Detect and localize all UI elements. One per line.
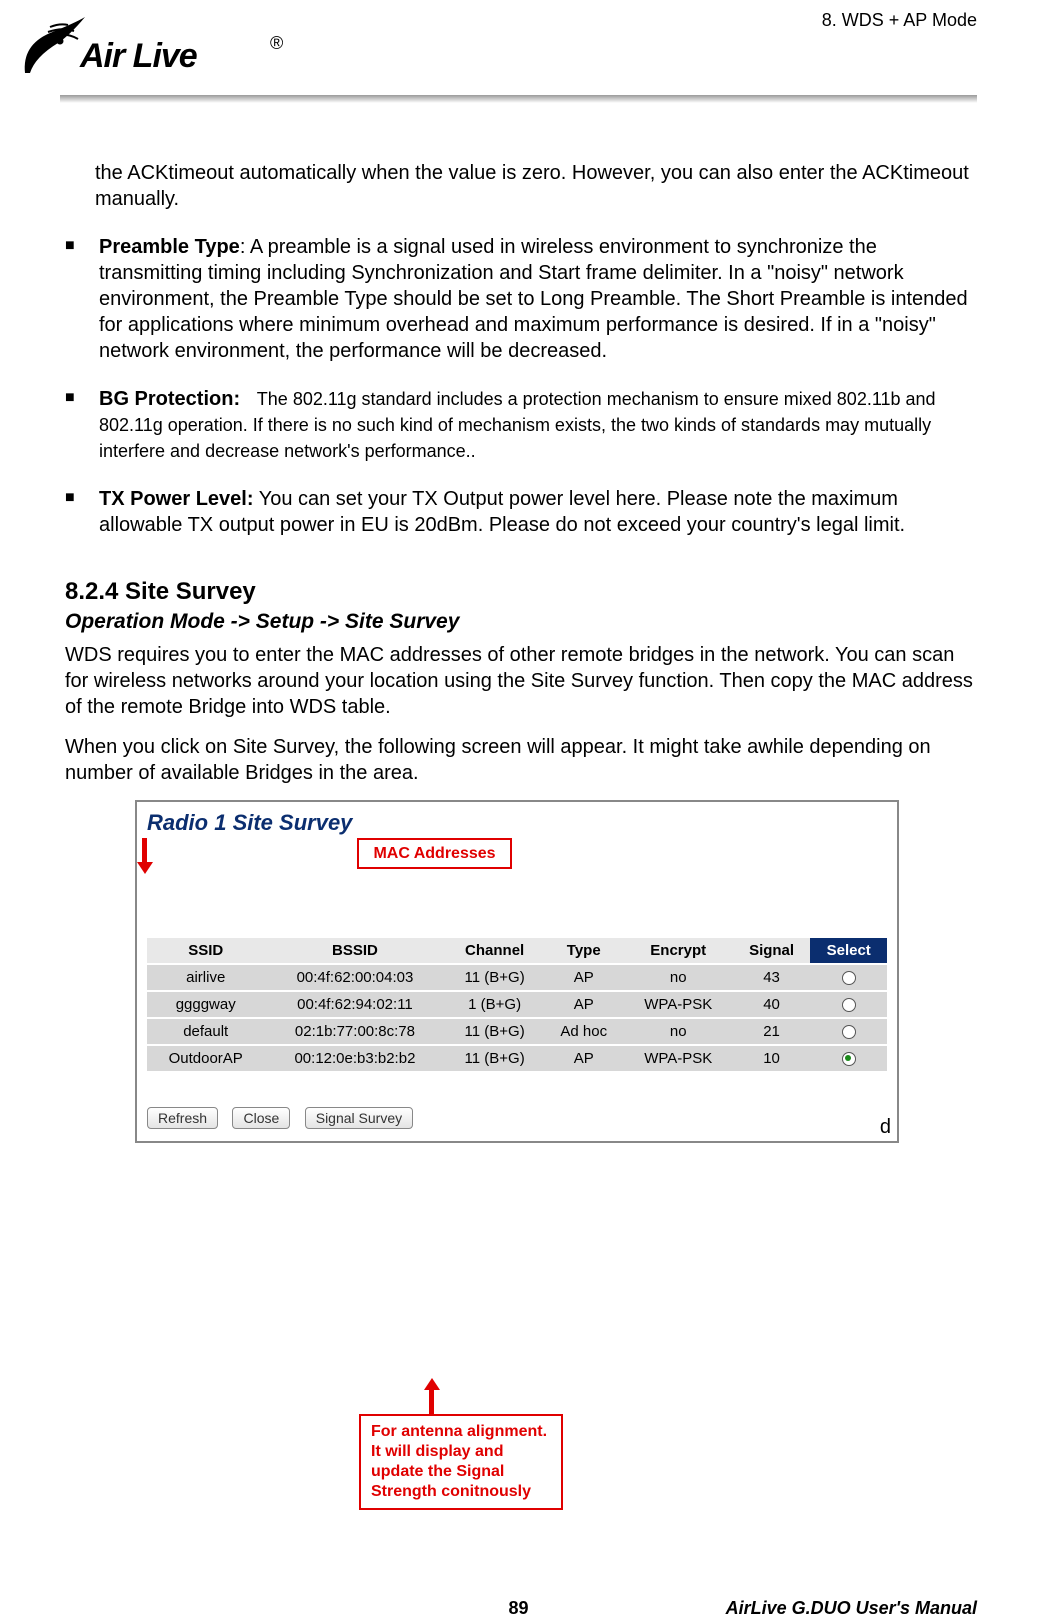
cell-ssid: airlive	[147, 964, 264, 991]
page-number: 89	[508, 1598, 528, 1619]
intro-paragraph: the ACKtimeout automatically when the va…	[95, 160, 982, 212]
close-button[interactable]: Close	[232, 1107, 290, 1129]
survey-table: SSID BSSID Channel Type Encrypt Signal S…	[147, 938, 887, 1073]
button-row: Refresh Close Signal Survey	[147, 1105, 887, 1131]
content-area: the ACKtimeout automatically when the va…	[65, 140, 982, 1143]
cell-channel: 11 (B+G)	[445, 1018, 543, 1045]
breadcrumb: Operation Mode -> Setup -> Site Survey	[65, 610, 982, 634]
cell-type: AP	[544, 964, 624, 991]
cell-ssid: default	[147, 1018, 264, 1045]
col-type: Type	[544, 938, 624, 964]
select-radio[interactable]	[842, 1052, 856, 1066]
registered-mark: ®	[270, 33, 283, 54]
callout-mac-addresses: MAC Addresses	[357, 838, 512, 869]
select-radio[interactable]	[842, 998, 856, 1012]
survey-title: Radio 1 Site Survey	[137, 802, 897, 838]
cell-bssid: 00:4f:62:00:04:03	[264, 964, 445, 991]
bullet-list: Preamble Type: A preamble is a signal us…	[65, 234, 982, 538]
cell-type: AP	[544, 1045, 624, 1072]
select-radio[interactable]	[842, 1025, 856, 1039]
cell-ssid: ggggway	[147, 991, 264, 1018]
bullet-tx-power: TX Power Level: You can set your TX Outp…	[65, 486, 982, 538]
cell-signal: 40	[733, 991, 811, 1018]
refresh-button[interactable]: Refresh	[147, 1107, 218, 1129]
chapter-label: 8. WDS + AP Mode	[822, 10, 977, 31]
footer-manual-title: AirLive G.DUO User's Manual	[726, 1598, 977, 1619]
col-bssid: BSSID	[264, 938, 445, 964]
callout-antenna-wrap: For antenna alignment. It will display a…	[359, 1414, 563, 1510]
table-header-row: SSID BSSID Channel Type Encrypt Signal S…	[147, 938, 887, 964]
cell-select	[810, 1045, 887, 1072]
cell-signal: 21	[733, 1018, 811, 1045]
page: 8. WDS + AP Mode Air Live ® the ACKtimeo…	[0, 0, 1037, 1618]
section-title: 8.2.4 Site Survey	[65, 578, 982, 606]
logo-text: Air Live	[80, 37, 197, 76]
table-row: ggggway00:4f:62:94:02:111 (B+G)APWPA-PSK…	[147, 991, 887, 1018]
cell-type: Ad hoc	[544, 1018, 624, 1045]
preamble-label: Preamble Type	[99, 236, 240, 258]
cell-encrypt: WPA-PSK	[624, 991, 733, 1018]
brand-logo: Air Live ®	[20, 15, 280, 85]
cell-channel: 11 (B+G)	[445, 964, 543, 991]
cell-encrypt: no	[624, 964, 733, 991]
bullet-preamble: Preamble Type: A preamble is a signal us…	[65, 234, 982, 364]
cell-select	[810, 991, 887, 1018]
table-row: default02:1b:77:00:8c:7811 (B+G)Ad hocno…	[147, 1018, 887, 1045]
cell-signal: 43	[733, 964, 811, 991]
cell-channel: 11 (B+G)	[445, 1045, 543, 1072]
section-p2: When you click on Site Survey, the follo…	[65, 734, 982, 786]
col-encrypt: Encrypt	[624, 938, 733, 964]
select-radio[interactable]	[842, 971, 856, 985]
cell-encrypt: no	[624, 1018, 733, 1045]
bullet-bg-protection: BG Protection: The 802.11g standard incl…	[65, 386, 982, 464]
bg-label: BG Protection:	[99, 388, 240, 410]
arrow-up-icon	[424, 1378, 440, 1414]
col-signal: Signal	[733, 938, 811, 964]
survey-inner: SSID BSSID Channel Type Encrypt Signal S…	[137, 874, 897, 1141]
cell-channel: 1 (B+G)	[445, 991, 543, 1018]
cell-bssid: 02:1b:77:00:8c:78	[264, 1018, 445, 1045]
tx-label: TX Power Level:	[99, 488, 254, 510]
callout-antenna: For antenna alignment. It will display a…	[359, 1414, 563, 1510]
cell-select	[810, 1018, 887, 1045]
col-channel: Channel	[445, 938, 543, 964]
site-survey-window: Radio 1 Site Survey MAC Addresses SSID B…	[135, 800, 899, 1143]
cell-bssid: 00:4f:62:94:02:11	[264, 991, 445, 1018]
stray-d-char: d	[880, 1116, 891, 1139]
table-row: airlive00:4f:62:00:04:0311 (B+G)APno43	[147, 964, 887, 991]
cell-type: AP	[544, 991, 624, 1018]
arrow-down-icon	[137, 838, 897, 874]
col-ssid: SSID	[147, 938, 264, 964]
cell-ssid: OutdoorAP	[147, 1045, 264, 1072]
section-p1: WDS requires you to enter the MAC addres…	[65, 642, 982, 720]
signal-survey-button[interactable]: Signal Survey	[305, 1107, 413, 1129]
col-select: Select	[810, 938, 887, 964]
cell-select	[810, 964, 887, 991]
table-row: OutdoorAP00:12:0e:b3:b2:b211 (B+G)APWPA-…	[147, 1045, 887, 1072]
header-divider	[60, 95, 977, 103]
cell-signal: 10	[733, 1045, 811, 1072]
cell-bssid: 00:12:0e:b3:b2:b2	[264, 1045, 445, 1072]
cell-encrypt: WPA-PSK	[624, 1045, 733, 1072]
